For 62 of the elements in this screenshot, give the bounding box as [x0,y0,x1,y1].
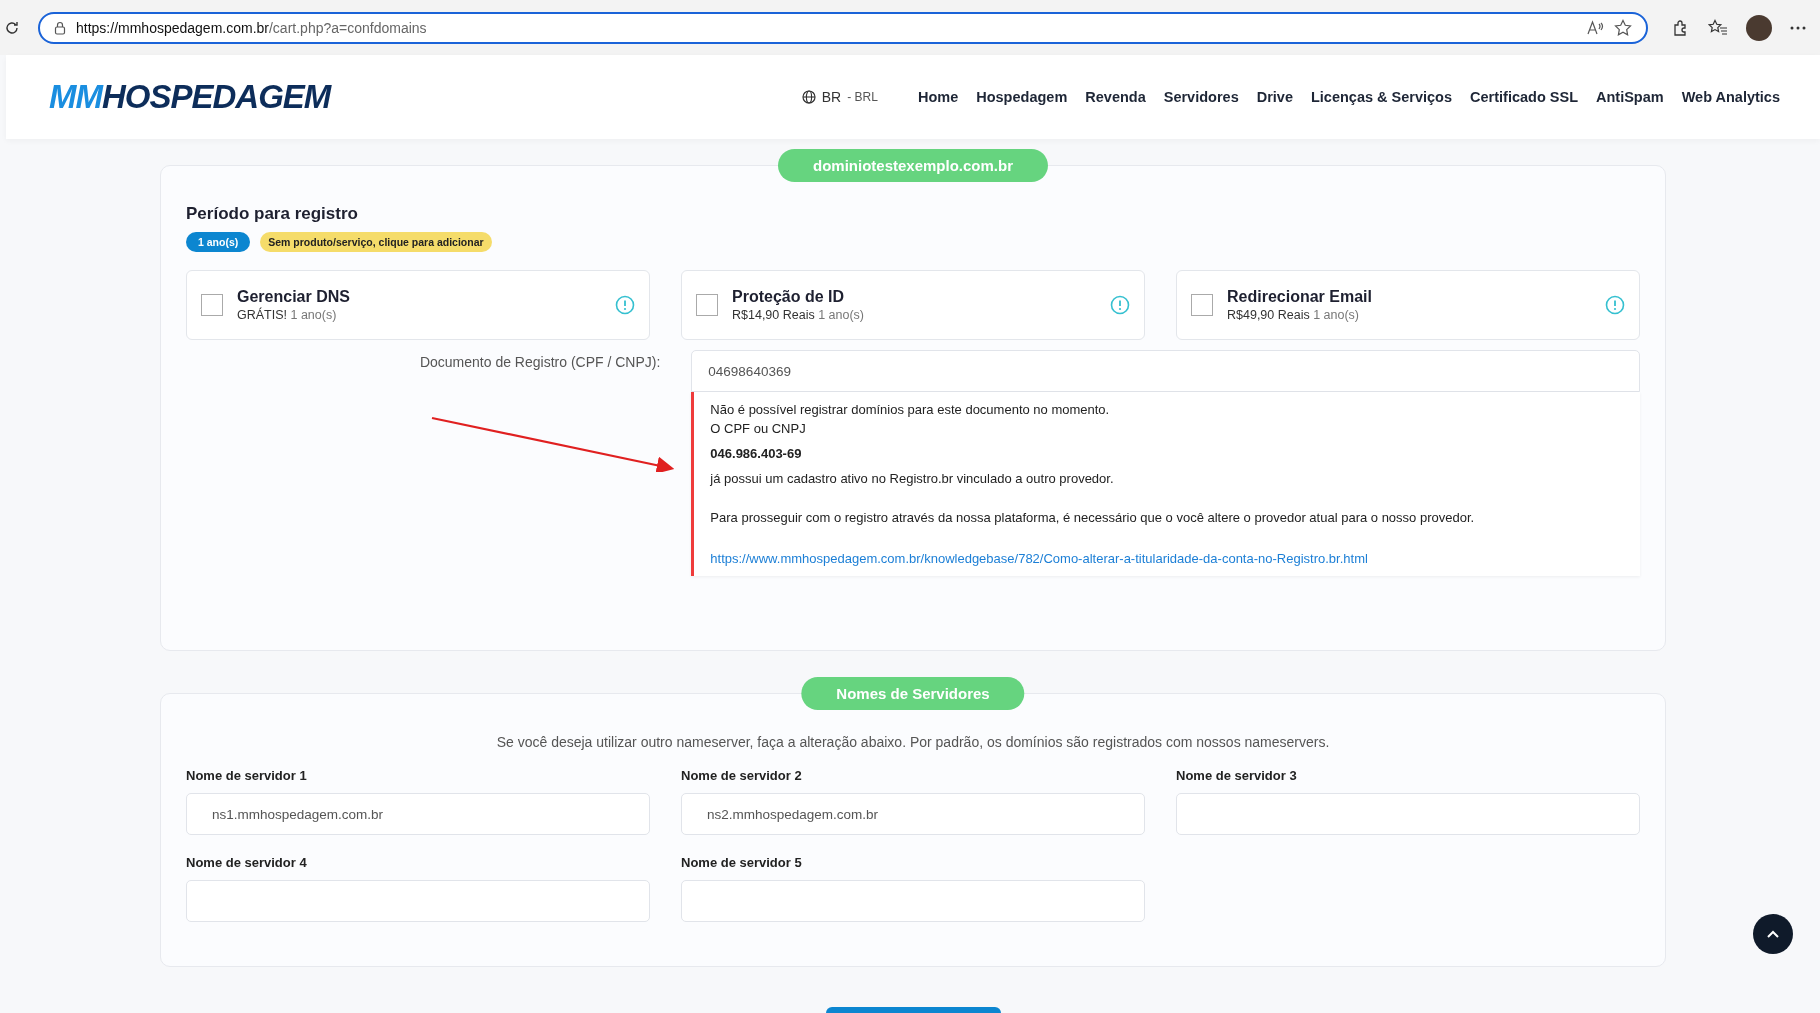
info-icon[interactable] [615,295,635,315]
addon-price: R$49,90 Reais 1 ano(s) [1227,308,1361,322]
error-text: já possui um cadastro ativo no Registro.br vinculado a outro provedor. [710,470,1115,488]
addon-card[interactable]: Gerenciar DNS GRÁTIS! 1 ano(s) [186,270,650,340]
reload-icon[interactable] [4,19,20,36]
nav-link[interactable]: Drive [1256,89,1293,105]
field-label: Nome de servidor 4 [186,855,308,870]
section-pill: Nomes de Servidores [801,677,1025,710]
checkbox[interactable] [201,294,223,316]
error-text: Não é possível registrar domínios para este documento no momento. O CPF ou CNPJ [710,401,1111,438]
field-label: Nome de servidor 2 [681,768,803,783]
nameserver-field[interactable]: ns1.mmhospedagem.com.br [186,793,650,835]
nameserver-field[interactable] [1176,793,1640,835]
error-text: Para prosseguir com o registro através da nossa plataforma, é necessário que o você altere o provedor atual para o nosso provedor. [710,509,1476,527]
domain-pill: dominiotestexemplo.com.br [778,149,1048,182]
star-icon[interactable] [1614,18,1632,37]
field-label: Nome de servidor 5 [681,855,803,870]
locale-selector[interactable]: BR [821,89,842,105]
nameserver-field[interactable] [681,880,1145,922]
nav-link[interactable]: AntiSpam [1596,89,1664,105]
nav-link[interactable]: Licenças & Serviços [1311,89,1453,105]
field-label: Nome de servidor 3 [1176,768,1298,783]
nameserver-field[interactable]: ns2.mmhospedagem.com.br [681,793,1145,835]
period-badge[interactable]: 1 ano(s) [186,232,251,252]
section-heading: Período para registro [186,204,359,224]
info-icon[interactable] [1110,295,1130,315]
read-aloud-icon[interactable] [1586,19,1604,36]
scroll-top-button[interactable] [1753,914,1793,954]
nav-link[interactable]: Certificado SSL [1470,89,1578,105]
field-label: Nome de servidor 1 [186,768,308,783]
addon-card[interactable]: Proteção de ID R$14,90 Reais 1 ano(s) [681,270,1145,340]
profile-avatar[interactable] [1746,14,1772,41]
addon-name: Redirecionar Email [1227,288,1373,306]
checkbox[interactable] [696,294,718,316]
favorites-icon[interactable] [1708,18,1728,37]
more-icon[interactable] [1790,25,1806,30]
nameserver-field[interactable] [186,880,650,922]
currency-label: - BRL [847,90,878,104]
addon-price: R$14,90 Reais 1 ano(s) [732,308,866,322]
period-badge[interactable]: Sem produto/serviço, clique para adicionar [260,232,492,252]
section-description: Se você deseja utilizar outro nameserver, faça a alteração abaixo. Por padrão, os domínios são registrados com nossos nameservers. [495,734,1331,750]
chevron-up-icon [1766,929,1780,939]
globe-icon[interactable] [801,90,816,104]
addon-name: Proteção de ID [732,288,846,306]
help-link[interactable]: https://www.mmhospedagem.com.br/knowledgebase/782/Como-alterar-a-titularidade-da-conta-no-Registro.br.html [710,551,1368,566]
checkbox[interactable] [1191,294,1213,316]
logo[interactable]: MMHOSPEDAGEM [49,78,331,116]
addon-name: Gerenciar DNS [237,288,351,306]
info-icon[interactable] [1605,295,1625,315]
nav-link[interactable]: Revenda [1085,89,1146,105]
lock-icon [54,20,66,35]
addon-price: GRÁTIS! 1 ano(s) [237,308,338,322]
nav-link[interactable]: Home [917,89,959,105]
nav-link[interactable]: Servidores [1163,89,1239,105]
nav-link[interactable]: Web Analytics [1681,89,1780,105]
addon-card[interactable]: Redirecionar Email R$49,90 Reais 1 ano(s) [1176,270,1640,340]
nav-link[interactable]: Hospedagem [976,89,1068,105]
document-number: 046.986.403-69 [710,445,803,463]
url-text: https://mmhospedagem.com.br/cart.php?a=confdomains [76,19,427,36]
field-label: Documento de Registro (CPF / CNPJ): [419,354,661,370]
document-field[interactable]: 04698640369 [691,350,1640,392]
address-bar[interactable]: https://mmhospedagem.com.br/cart.php?a=confdomains [38,11,1648,44]
